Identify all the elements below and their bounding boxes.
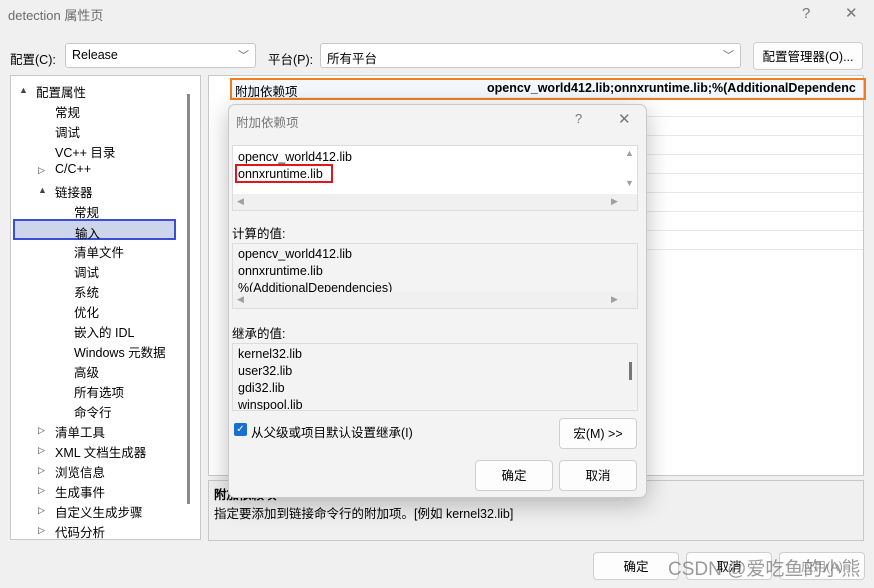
scroll-right-icon[interactable]: ▶	[611, 294, 618, 305]
inherited-line: kernel32.lib	[238, 347, 302, 361]
modal-ok-button[interactable]: 确定	[475, 460, 553, 491]
collapsed-icon[interactable]: ▷	[38, 445, 45, 456]
computed-label: 计算的值:	[232, 227, 286, 241]
collapsed-icon[interactable]: ▷	[38, 165, 45, 176]
scroll-right-icon[interactable]: ▶	[611, 196, 618, 207]
inherited-line: winspool.lib	[238, 398, 303, 411]
tree-item[interactable]: 系统	[74, 282, 99, 301]
inherited-values: kernel32.lib user32.lib gdi32.lib winspo…	[232, 343, 638, 411]
config-label: 配置(C):	[10, 53, 56, 67]
tree-item[interactable]: 调试	[55, 122, 80, 141]
dependencies-editor[interactable]: opencv_world412.lib onnxruntime.lib ▲ ▼ ◀…	[232, 145, 638, 211]
tree-item[interactable]: 自定义生成步骤	[55, 502, 143, 521]
modal-help-button[interactable]: ?	[575, 111, 582, 126]
collapsed-icon[interactable]: ▷	[38, 525, 45, 536]
tree-item[interactable]: 常规	[55, 102, 80, 121]
collapsed-icon[interactable]: ▷	[38, 465, 45, 476]
collapsed-icon[interactable]: ▷	[38, 425, 45, 436]
help-button[interactable]: ?	[802, 5, 810, 22]
macro-button[interactable]: 宏(M) >>	[559, 418, 637, 449]
expanded-icon[interactable]: ▲	[19, 85, 28, 95]
inherited-scrollbar[interactable]	[629, 362, 632, 380]
tree-item[interactable]: 输入	[13, 219, 176, 241]
chevron-down-icon: ﹀	[238, 50, 249, 62]
computed-values: opencv_world412.lib onnxruntime.lib %(Ad…	[232, 243, 638, 309]
platform-select[interactable]: 所有平台 ﹀	[320, 43, 741, 68]
inherited-line: user32.lib	[238, 364, 293, 378]
platform-value: 所有平台	[327, 52, 378, 66]
modal-cancel-button[interactable]: 取消	[559, 460, 637, 491]
computed-line: opencv_world412.lib	[238, 247, 352, 261]
highlight-box-orange	[230, 78, 866, 100]
tree-item[interactable]: 链接器	[55, 182, 93, 201]
platform-label: 平台(P):	[268, 53, 314, 67]
window-title: detection 属性页	[8, 8, 104, 23]
tree-item[interactable]: 所有选项	[74, 382, 124, 401]
config-select[interactable]: Release ﹀	[65, 43, 256, 68]
tree-item[interactable]: VC++ 目录	[55, 142, 115, 161]
inherited-line: gdi32.lib	[238, 381, 285, 395]
expanded-icon[interactable]: ▲	[38, 185, 47, 195]
tree-scrollbar[interactable]	[187, 94, 190, 504]
tree-item[interactable]: 嵌入的 IDL	[74, 322, 134, 341]
tree-item[interactable]: XML 文档生成器	[55, 442, 146, 461]
tree-item[interactable]: 命令行	[74, 402, 112, 421]
inherit-checkbox[interactable]: ✓	[234, 423, 247, 436]
config-manager-button[interactable]: 配置管理器(O)...	[753, 42, 863, 70]
highlight-box-red	[235, 164, 333, 183]
property-tree: ▲ 配置属性 常规 调试 VC++ 目录 ▷ C/C++ ▲ 链接器 常规 输入 清单文件 调试 系统 优化…	[10, 75, 201, 540]
inherit-checkbox-label: 从父级或项目默认设置继承(I)	[251, 426, 413, 440]
description-text: 指定要添加到链接命令行的附加项。[例如 kernel32.lib]	[214, 507, 514, 521]
tree-item[interactable]: 代码分析	[55, 522, 105, 541]
tree-item[interactable]: 生成事件	[55, 482, 105, 501]
collapsed-icon[interactable]: ▷	[38, 485, 45, 496]
chevron-down-icon: ﹀	[723, 50, 734, 62]
tree-item[interactable]: 浏览信息	[55, 462, 105, 481]
tree-item[interactable]: 调试	[74, 262, 99, 281]
tree-item[interactable]: 优化	[74, 302, 99, 321]
editor-line: opencv_world412.lib	[238, 150, 352, 164]
ok-button[interactable]: 确定	[593, 552, 679, 580]
config-value: Release	[72, 48, 118, 62]
close-button[interactable]: ✕	[845, 4, 858, 22]
tree-item[interactable]: 清单文件	[74, 242, 124, 261]
tree-item[interactable]: 高级	[74, 362, 99, 381]
scroll-left-icon[interactable]: ◀	[237, 196, 244, 207]
inherited-label: 继承的值:	[232, 327, 286, 341]
watermark: CSDN @爱吃鱼的小熊	[668, 559, 861, 580]
tree-item[interactable]: 配置属性	[36, 82, 86, 101]
collapsed-icon[interactable]: ▷	[38, 505, 45, 516]
tree-item[interactable]: C/C++	[55, 162, 91, 176]
computed-line: onnxruntime.lib	[238, 264, 323, 278]
modal-title: 附加依赖项	[236, 116, 299, 130]
additional-dependencies-dialog: 附加依赖项 ? ✕ opencv_world412.lib onnxruntim…	[228, 104, 647, 498]
tree-item[interactable]: 清单工具	[55, 422, 105, 441]
modal-close-button[interactable]: ✕	[618, 110, 631, 128]
scroll-left-icon[interactable]: ◀	[237, 294, 244, 305]
scroll-down-icon[interactable]: ▼	[625, 178, 634, 188]
tree-item[interactable]: Windows 元数据	[74, 342, 166, 361]
scroll-up-icon[interactable]: ▲	[625, 148, 634, 158]
